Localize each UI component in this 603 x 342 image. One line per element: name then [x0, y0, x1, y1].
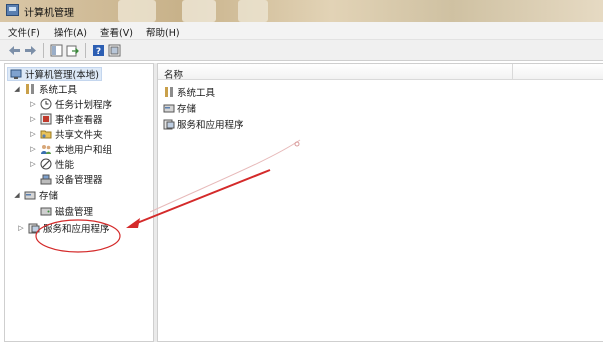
back-icon[interactable]	[8, 44, 21, 57]
show-tree-icon[interactable]	[50, 44, 63, 57]
column-header-name[interactable]: 名称	[164, 67, 183, 81]
list-item-label: 存储	[177, 104, 197, 115]
storage-icon	[24, 189, 36, 201]
properties-icon[interactable]	[108, 44, 121, 57]
expand-icon[interactable]: ▷	[29, 145, 37, 153]
services-icon	[28, 222, 40, 234]
menu-action[interactable]: 操作(A)	[54, 25, 87, 39]
tools-icon	[163, 86, 175, 98]
title-bar: 计算机管理	[0, 0, 603, 22]
tree-node-label: 共享文件夹	[55, 130, 103, 141]
menu-file[interactable]: 文件(F)	[8, 25, 40, 39]
tree-node-system-tools[interactable]: ◢ 系统工具	[13, 82, 77, 96]
expand-icon[interactable]: ▷	[29, 115, 37, 123]
list-header: 名称	[158, 64, 603, 81]
shared-folder-icon	[40, 128, 52, 140]
menu-view[interactable]: 查看(V)	[100, 25, 133, 39]
users-icon	[40, 143, 52, 155]
toolbar: ?	[0, 40, 603, 61]
list-item-system-tools[interactable]: 系统工具	[163, 85, 215, 99]
toolbar-separator	[43, 43, 44, 58]
title-bar-decoration	[182, 0, 216, 22]
details-pane: 名称 系统工具 存储 服务和应用程序	[157, 63, 603, 342]
tree-node-disk-management[interactable]: 磁盘管理	[40, 204, 93, 218]
tree-node-label: 事件查看器	[55, 115, 103, 126]
window-title: 计算机管理	[24, 8, 74, 19]
tree-node-device-manager[interactable]: 设备管理器	[40, 172, 103, 186]
list-item-storage[interactable]: 存储	[163, 101, 196, 115]
console-tree: 计算机管理(本地) ◢ 系统工具 ▷ 任务计划程序 ▷ 事件查看器 ▷ 共享文件…	[4, 63, 154, 342]
expand-icon[interactable]: ▷	[29, 100, 37, 108]
expand-icon[interactable]: ▷	[29, 160, 37, 168]
svg-text:?: ?	[96, 47, 101, 57]
expand-icon[interactable]: ▷	[29, 130, 37, 138]
tree-node-label: 任务计划程序	[55, 100, 113, 111]
tree-node-label: 性能	[55, 160, 75, 171]
tree-node-performance[interactable]: ▷ 性能	[29, 157, 74, 171]
expand-icon[interactable]: ▷	[17, 224, 25, 232]
tree-node-shared-folders[interactable]: ▷ 共享文件夹	[29, 127, 103, 141]
disk-icon	[40, 205, 52, 217]
services-icon	[163, 118, 175, 130]
tree-node-label: 服务和应用程序	[43, 224, 110, 235]
event-viewer-icon	[40, 113, 52, 125]
collapse-icon[interactable]: ◢	[13, 85, 21, 93]
tools-icon	[24, 83, 36, 95]
tree-node-label: 系统工具	[39, 85, 78, 96]
tree-node-root[interactable]: 计算机管理(本地)	[7, 67, 102, 81]
tree-node-storage[interactable]: ◢ 存储	[13, 188, 58, 202]
tree-node-local-users[interactable]: ▷ 本地用户和组	[29, 142, 112, 156]
tree-node-task-scheduler[interactable]: ▷ 任务计划程序	[29, 97, 112, 111]
list-item-services-apps[interactable]: 服务和应用程序	[163, 117, 244, 131]
tree-node-label: 设备管理器	[55, 175, 103, 186]
computer-management-icon	[6, 4, 19, 16]
tree-node-label: 本地用户和组	[55, 145, 113, 156]
title-bar-decoration	[118, 0, 156, 22]
collapse-icon[interactable]: ◢	[13, 191, 21, 199]
tree-node-event-viewer[interactable]: ▷ 事件查看器	[29, 112, 103, 126]
tree-node-services-apps[interactable]: ▷ 服务和应用程序	[17, 221, 110, 235]
tree-node-label: 存储	[39, 191, 59, 202]
computer-management-icon	[10, 68, 22, 80]
menu-help[interactable]: 帮助(H)	[146, 25, 180, 39]
tree-node-label: 计算机管理(本地)	[25, 70, 99, 81]
column-divider[interactable]	[512, 64, 513, 80]
tree-node-label: 磁盘管理	[55, 207, 94, 218]
list-item-label: 系统工具	[177, 88, 216, 99]
list-item-label: 服务和应用程序	[177, 120, 244, 131]
clock-icon	[40, 98, 52, 110]
export-icon[interactable]	[66, 44, 79, 57]
title-bar-decoration	[238, 0, 268, 22]
help-icon[interactable]: ?	[92, 44, 105, 57]
device-manager-icon	[40, 173, 52, 185]
performance-icon	[40, 158, 52, 170]
menu-bar: 文件(F) 操作(A) 查看(V) 帮助(H)	[0, 22, 603, 40]
storage-icon	[163, 102, 175, 114]
forward-icon[interactable]	[24, 44, 37, 57]
toolbar-separator	[85, 43, 86, 58]
